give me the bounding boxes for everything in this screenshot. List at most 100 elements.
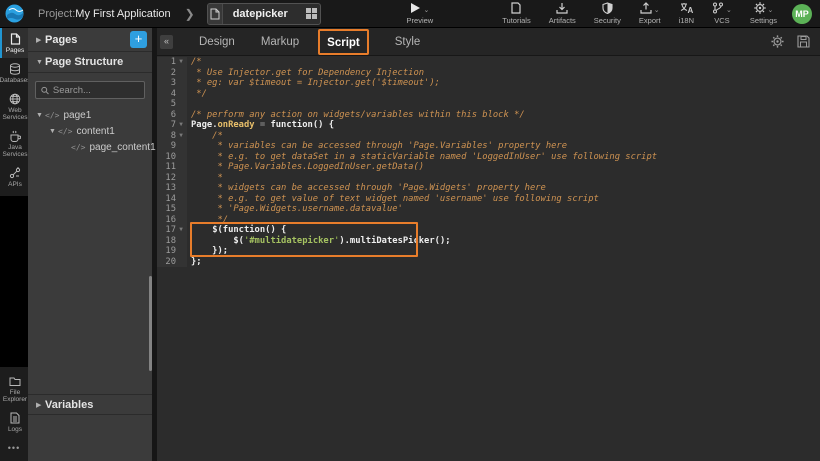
artifacts-button[interactable]: Artifacts: [549, 2, 576, 25]
fold-icon[interactable]: ▼: [176, 120, 186, 131]
save-icon[interactable]: [797, 35, 810, 48]
code-line-6[interactable]: 6/* perform any action on widgets/variab…: [157, 110, 820, 121]
settings-label: Settings: [750, 16, 777, 25]
left-rail: Pages Databases Web Services Java Servic…: [0, 28, 28, 461]
editor-pane: « Design Markup Script Style 1▼/*2 * Use…: [157, 28, 820, 461]
code-line-2[interactable]: 2 * Use Injector.get for Dependency Inje…: [157, 68, 820, 79]
rail-label-databases: Databases: [0, 77, 31, 84]
vcs-button[interactable]: ⌄ VCS: [712, 2, 732, 25]
panel-bottom-space: [28, 415, 152, 461]
tab-design[interactable]: Design: [199, 36, 235, 48]
tree-item-label: content1: [76, 126, 114, 137]
code-line-5[interactable]: 5: [157, 99, 820, 110]
tutorials-book-icon: [511, 2, 521, 14]
page-structure-expand-icon[interactable]: ▼: [36, 59, 45, 66]
rail-item-file-explorer[interactable]: File Explorer: [0, 371, 28, 407]
pages-panel-title: Pages: [45, 34, 130, 46]
wavemaker-logo-icon[interactable]: [0, 0, 28, 28]
tab-style[interactable]: Style: [395, 36, 421, 48]
export-label: Export: [639, 16, 661, 25]
page1-expand-icon[interactable]: ▼: [36, 112, 45, 119]
tree-item-content1[interactable]: ▼ </> content1: [28, 123, 152, 139]
pages-collapse-icon[interactable]: ▶: [36, 36, 45, 44]
rail-item-databases[interactable]: Databases: [0, 58, 28, 88]
fold-icon[interactable]: ▼: [176, 225, 186, 236]
code-editor[interactable]: 1▼/*2 * Use Injector.get for Dependency …: [157, 56, 820, 461]
settings-button[interactable]: ⌄ Settings: [750, 2, 777, 25]
rail-label-apis: APIs: [8, 181, 22, 188]
rail-item-web-services[interactable]: Web Services: [0, 88, 28, 125]
vcs-chevron-icon: ⌄: [726, 7, 732, 14]
page-tab-name: datepicker: [223, 8, 304, 20]
tutorials-button[interactable]: Tutorials: [502, 2, 530, 25]
page-structure-header[interactable]: ▼ Page Structure: [28, 52, 152, 73]
code-line-10[interactable]: 10 * e.g. to get dataSet in a staticVari…: [157, 152, 820, 163]
export-button[interactable]: ⌄ Export: [639, 2, 661, 25]
i18n-button[interactable]: A i18N: [679, 2, 694, 25]
preview-button[interactable]: ⌄ Preview: [407, 2, 434, 25]
page-grid-icon[interactable]: [304, 4, 320, 24]
pages-panel-header[interactable]: ▶ Pages +: [28, 28, 152, 52]
pages-icon: [10, 33, 21, 45]
variables-expand-icon[interactable]: ▶: [36, 401, 45, 409]
add-page-button[interactable]: +: [130, 31, 147, 48]
code-line-19[interactable]: 19 });: [157, 246, 820, 257]
fold-icon[interactable]: ▼: [176, 131, 186, 142]
code-line-3[interactable]: 3 * eg: var $timeout = Injector.get('$ti…: [157, 78, 820, 89]
security-label: Security: [594, 16, 621, 25]
file-explorer-folder-icon: [9, 376, 21, 387]
project-breadcrumb: Project:My First Application: [38, 8, 171, 20]
rail-more-button[interactable]: •••: [0, 437, 28, 461]
code-line-17[interactable]: 17▼ $(function() {: [157, 225, 820, 236]
preview-label: Preview: [407, 16, 434, 25]
export-chevron-icon: ⌄: [654, 7, 660, 14]
code-line-9[interactable]: 9 * variables can be accessed through 'P…: [157, 141, 820, 152]
widget-code-icon: </>: [45, 111, 59, 120]
script-settings-gear-icon[interactable]: [771, 35, 784, 48]
page-tab-datepicker[interactable]: datepicker: [207, 3, 321, 25]
rail-label-file-explorer: File Explorer: [2, 389, 28, 403]
tree-item-label: page1: [63, 110, 91, 121]
tab-script[interactable]: Script: [327, 37, 360, 49]
tab-markup[interactable]: Markup: [261, 36, 299, 48]
code-line-18[interactable]: 18 $('#multidatepicker').multiDatesPicke…: [157, 236, 820, 247]
collapse-panel-button[interactable]: «: [160, 35, 173, 49]
page-structure-tree: ▼ </> page1 ▼ </> content1 </> page_cont…: [28, 105, 152, 155]
tree-item-page-content1[interactable]: </> page_content1: [28, 139, 152, 155]
code-lines: 1▼/*2 * Use Injector.get for Dependency …: [157, 57, 820, 267]
code-line-15[interactable]: 15 * 'Page.Widgets.username.datavalue': [157, 204, 820, 215]
project-name: My First Application: [75, 8, 170, 20]
code-line-20[interactable]: 20};: [157, 257, 820, 268]
export-upload-icon: [640, 2, 652, 14]
code-line-11[interactable]: 11 * Page.Variables.LoggedInUser.getData…: [157, 162, 820, 173]
tree-item-label: page_content1: [89, 142, 155, 153]
security-shield-icon: [602, 2, 613, 14]
user-avatar[interactable]: MP: [792, 4, 812, 24]
variables-header[interactable]: ▶ Variables: [28, 394, 152, 415]
search-input[interactable]: [53, 85, 139, 96]
fold-icon[interactable]: ▼: [176, 57, 186, 68]
vcs-branch-icon: [712, 2, 724, 14]
code-line-16[interactable]: 16 */: [157, 215, 820, 226]
artifacts-download-icon: [556, 2, 568, 14]
rail-item-logs[interactable]: Logs: [0, 407, 28, 437]
code-line-4[interactable]: 4 */: [157, 89, 820, 100]
rail-label-logs: Logs: [8, 426, 22, 433]
code-line-7[interactable]: 7▼Page.onReady = function() {: [157, 120, 820, 131]
security-button[interactable]: Security: [594, 2, 621, 25]
code-line-8[interactable]: 8▼ /*: [157, 131, 820, 142]
code-line-1[interactable]: 1▼/*: [157, 57, 820, 68]
rail-item-java-services[interactable]: Java Services: [0, 125, 28, 162]
code-line-14[interactable]: 14 * e.g. to get value of text widget na…: [157, 194, 820, 205]
content1-expand-icon[interactable]: ▼: [49, 128, 58, 135]
code-line-12[interactable]: 12 *: [157, 173, 820, 184]
page-file-icon: [208, 4, 223, 24]
panel-scrollbar[interactable]: [149, 276, 152, 371]
rail-item-pages[interactable]: Pages: [0, 28, 28, 58]
i18n-label: i18N: [679, 16, 694, 25]
editor-tab-bar: « Design Markup Script Style: [157, 28, 820, 56]
project-label: Project:: [38, 8, 75, 20]
code-line-13[interactable]: 13 * widgets can be accessed through 'Pa…: [157, 183, 820, 194]
rail-item-apis[interactable]: APIs: [0, 162, 28, 192]
tree-item-page1[interactable]: ▼ </> page1: [28, 107, 152, 123]
